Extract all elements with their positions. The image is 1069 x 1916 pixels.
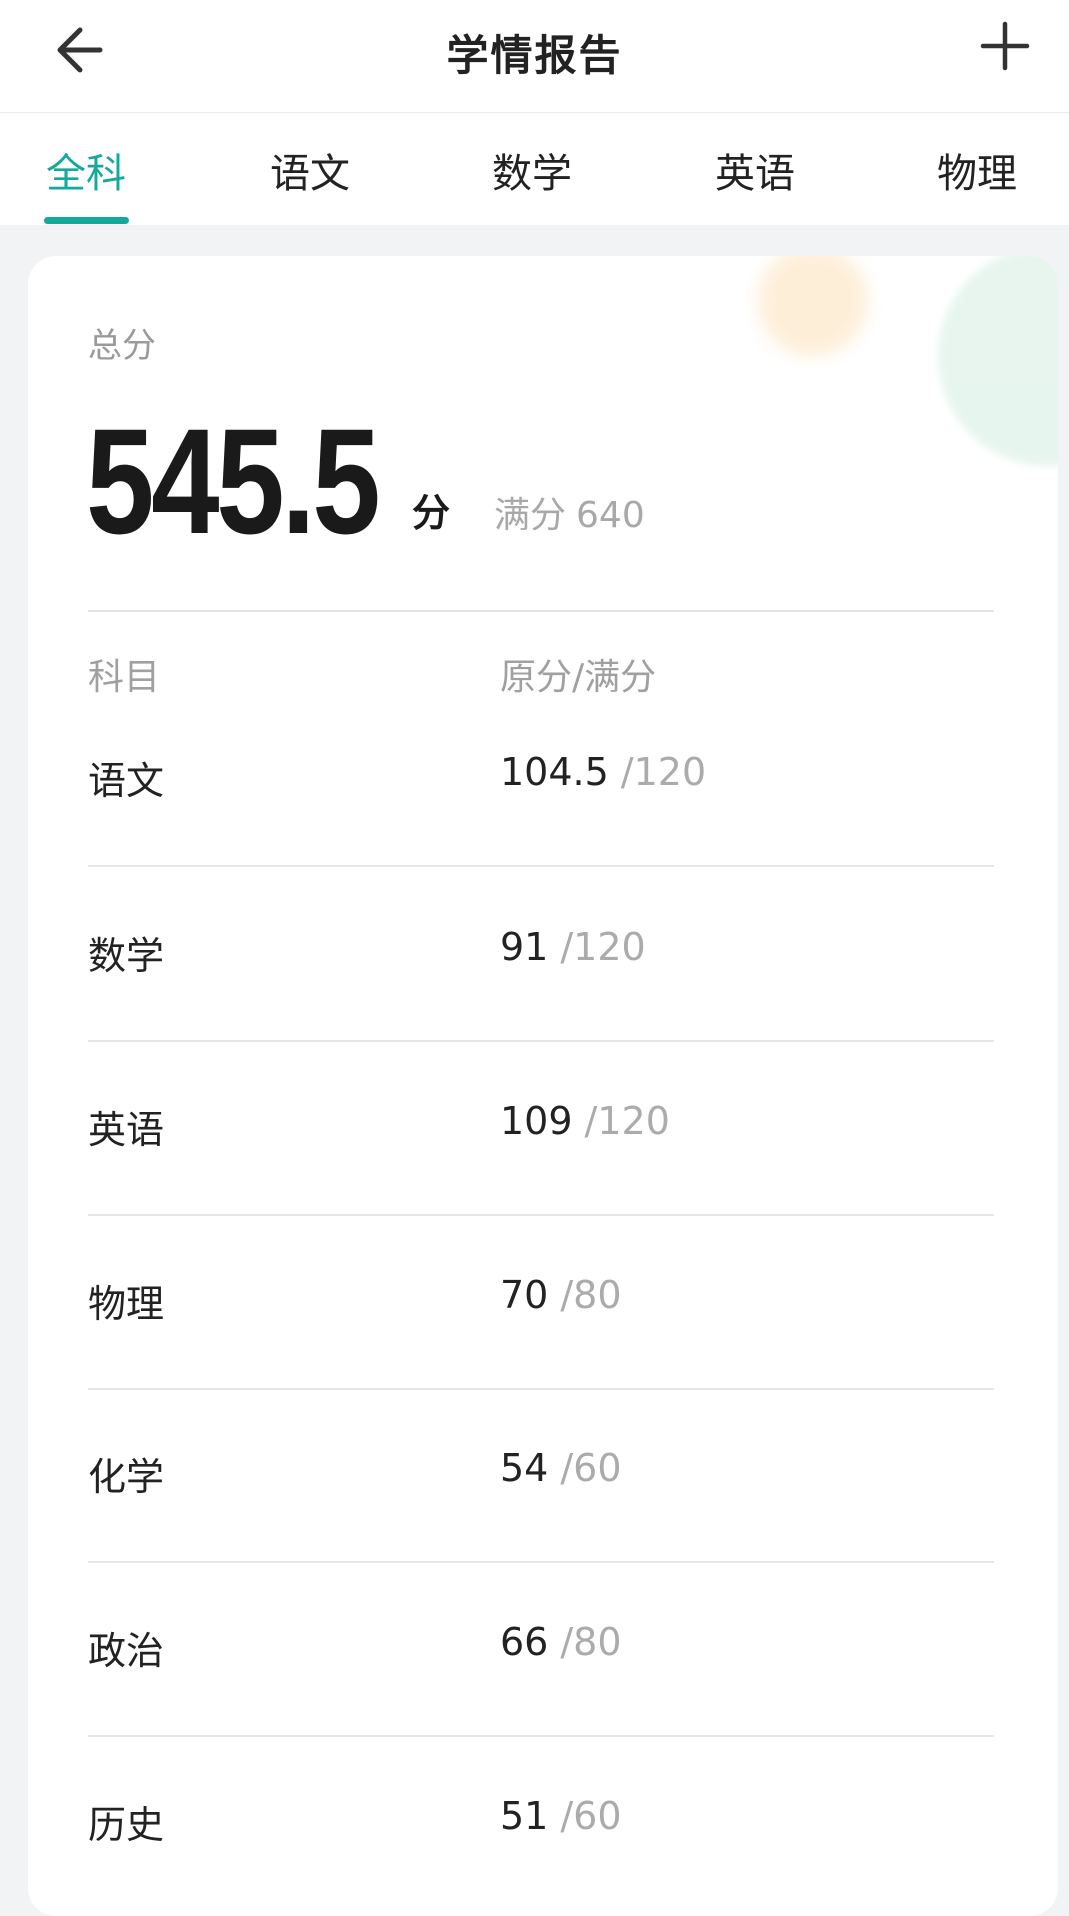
tab-chinese[interactable]: 语文 bbox=[230, 141, 390, 199]
raw-score: 91 bbox=[500, 925, 549, 969]
top-navigation-bar: 学情报告 bbox=[0, 0, 1069, 113]
tab-all-subjects[interactable]: 全科 bbox=[6, 141, 166, 199]
raw-score: 66 bbox=[500, 1620, 549, 1664]
tab-math[interactable]: 数学 bbox=[452, 141, 612, 199]
raw-score: 51 bbox=[500, 1794, 549, 1838]
page-title: 学情报告 bbox=[446, 31, 623, 80]
subject-score: 51/60 bbox=[500, 1794, 622, 1838]
total-score-unit: 分 bbox=[412, 491, 451, 535]
subject-score: 91/120 bbox=[500, 925, 646, 969]
subject-name: 物理 bbox=[88, 1282, 165, 1326]
score-report-card: 总分 545.5 分 满分 640 科目 原分/满分 语文 104.5/120 数… bbox=[28, 256, 1058, 1916]
full-score: /120 bbox=[584, 1099, 670, 1143]
tab-english[interactable]: 英语 bbox=[675, 141, 835, 199]
table-row: 英语 109/120 bbox=[88, 1041, 994, 1216]
full-score-value: 640 bbox=[576, 495, 645, 536]
subject-name: 政治 bbox=[88, 1629, 165, 1673]
active-tab-indicator bbox=[44, 217, 129, 224]
subject-name: 英语 bbox=[88, 1108, 165, 1152]
table-row: 语文 104.5/120 bbox=[88, 692, 994, 867]
subject-score: 104.5/120 bbox=[500, 750, 706, 794]
full-score: /60 bbox=[560, 1446, 622, 1490]
raw-score: 109 bbox=[500, 1099, 573, 1143]
subject-name: 语文 bbox=[88, 759, 165, 803]
divider bbox=[88, 610, 994, 612]
total-score-label: 总分 bbox=[88, 326, 156, 366]
subject-score: 66/80 bbox=[500, 1620, 622, 1664]
full-score: /120 bbox=[560, 925, 646, 969]
subject-tab-bar: 全科 语文 数学 英语 物理 bbox=[0, 113, 1069, 225]
subject-name: 化学 bbox=[88, 1455, 165, 1499]
subject-name: 数学 bbox=[88, 934, 165, 978]
table-row: 化学 54/60 bbox=[88, 1388, 994, 1563]
raw-score: 104.5 bbox=[500, 750, 609, 794]
subject-score: 109/120 bbox=[500, 1099, 670, 1143]
decorative-circle-green bbox=[938, 256, 1058, 466]
subject-name: 历史 bbox=[88, 1803, 165, 1847]
table-row: 政治 66/80 bbox=[88, 1562, 994, 1737]
full-score-label: 满分 bbox=[494, 495, 567, 536]
table-row: 数学 91/120 bbox=[88, 867, 994, 1042]
total-score-value: 545.5 bbox=[86, 397, 381, 565]
table-row: 历史 51/60 bbox=[88, 1736, 994, 1909]
tab-physics[interactable]: 物理 bbox=[897, 141, 1057, 199]
full-score: /80 bbox=[560, 1620, 622, 1664]
full-score: /60 bbox=[560, 1794, 622, 1838]
subject-score: 70/80 bbox=[500, 1273, 622, 1317]
plus-icon bbox=[980, 21, 1030, 71]
subject-score: 54/60 bbox=[500, 1446, 622, 1490]
decorative-circle-orange bbox=[758, 256, 868, 356]
add-button[interactable] bbox=[977, 18, 1033, 74]
full-score-text: 满分 640 bbox=[494, 486, 645, 538]
raw-score: 54 bbox=[500, 1446, 549, 1490]
full-score: /80 bbox=[560, 1273, 622, 1317]
raw-score: 70 bbox=[500, 1273, 549, 1317]
table-row: 物理 70/80 bbox=[88, 1215, 994, 1390]
full-score: /120 bbox=[620, 750, 707, 794]
